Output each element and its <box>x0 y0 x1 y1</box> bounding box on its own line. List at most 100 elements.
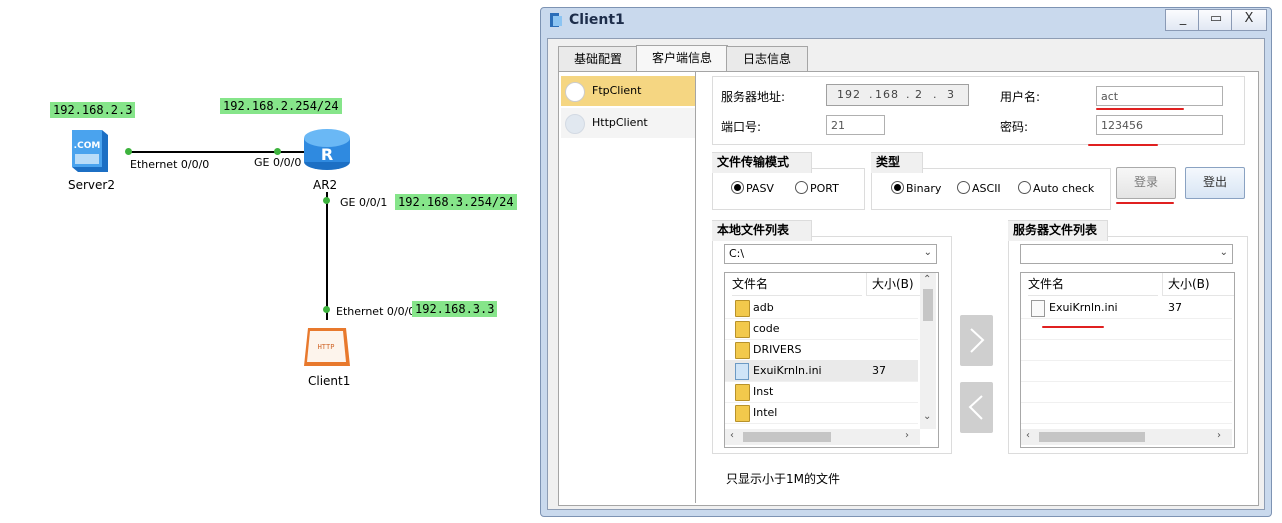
scroll-thumb[interactable] <box>743 432 831 442</box>
server-file-row-empty <box>1021 402 1232 424</box>
radio-port[interactable]: PORT <box>795 181 839 195</box>
local-file-row[interactable]: DRIVERS <box>725 339 918 361</box>
radio-auto-check[interactable]: Auto check <box>1018 181 1094 195</box>
password-label: 密码: <box>1000 120 1029 134</box>
ip-label-ar2-ge000: 192.168.2.254/24 <box>220 98 342 114</box>
scroll-thumb[interactable] <box>923 289 933 321</box>
logout-button[interactable]: 登出 <box>1185 167 1245 199</box>
radio-off-icon <box>957 181 970 194</box>
scroll-left-icon[interactable]: ‹ <box>730 430 734 441</box>
close-button[interactable]: X <box>1231 9 1267 31</box>
sidebar-item-httpclient[interactable]: HttpClient <box>561 108 695 138</box>
local-file-row[interactable]: code <box>725 318 918 340</box>
window-client-area: 基础配置 客户端信息 日志信息 FtpClient HttpClient 服务器… <box>547 38 1265 510</box>
device-label-ar2: AR2 <box>313 178 338 192</box>
scroll-left-icon[interactable]: ‹ <box>1026 430 1030 441</box>
scroll-right-icon[interactable]: › <box>905 430 909 441</box>
file-name: ExuiKrnln.ini <box>753 364 822 377</box>
local-file-row[interactable]: adb <box>725 297 918 319</box>
server-col-name[interactable]: 文件名 <box>1028 273 1158 296</box>
tab-log-info[interactable]: 日志信息 <box>726 46 808 71</box>
local-file-row[interactable]: Intel <box>725 402 918 424</box>
radio-label: Auto check <box>1033 182 1095 195</box>
device-label-client1: Client1 <box>308 374 351 388</box>
server-addr-label: 服务器地址: <box>721 90 786 104</box>
local-file-row[interactable]: Inst <box>725 381 918 403</box>
ip-octet: 2 <box>915 88 923 101</box>
login-button[interactable]: 登录 <box>1116 167 1176 199</box>
radio-off-icon <box>1018 181 1031 194</box>
port-dot-ar2-ge000 <box>274 148 281 155</box>
sidebar-item-ftpclient[interactable]: FtpClient <box>561 76 695 106</box>
tab-client-info[interactable]: 客户端信息 <box>636 45 728 72</box>
server-icon-text: .COM <box>74 141 101 151</box>
app-icon <box>550 13 562 27</box>
scroll-down-icon[interactable]: ⌄ <box>923 411 931 422</box>
server-file-row[interactable]: ExuiKrnln.ini 37 <box>1021 297 1232 319</box>
local-file-list[interactable]: 文件名 大小(B) adb code DRIVERS ExuiKrnln.ini… <box>724 272 939 448</box>
file-size: 37 <box>872 364 886 377</box>
local-path-dropdown[interactable]: C:\ ⌄ <box>724 244 937 264</box>
client-icon-text: HTTP <box>318 343 335 351</box>
scroll-right-icon[interactable]: › <box>1217 430 1221 441</box>
ip-label-ar2-ge001: 192.168.3.254/24 <box>395 194 517 210</box>
window-titlebar[interactable]: Client1 _ ▭ X <box>541 8 1271 32</box>
server-file-list[interactable]: 文件名 大小(B) ExuiKrnln.ini 37 ‹ › <box>1020 272 1235 448</box>
radio-pasv[interactable]: PASV <box>731 181 774 195</box>
link-ar2-client1[interactable] <box>326 192 328 320</box>
local-path-value: C:\ <box>729 247 745 260</box>
folder-icon <box>735 300 750 317</box>
local-files-title: 本地文件列表 <box>717 223 790 237</box>
client-icon[interactable]: HTTP <box>300 324 352 370</box>
port-input[interactable]: 21 <box>826 115 885 135</box>
file-name: adb <box>753 301 774 314</box>
server-addr-input[interactable]: 192 . 168 . 2 . 3 <box>826 84 969 106</box>
port-dot-ar2-ge001 <box>323 197 330 204</box>
tab-basic-config[interactable]: 基础配置 <box>558 46 638 71</box>
radio-binary[interactable]: Binary <box>891 181 941 195</box>
port-dot-server2 <box>125 148 132 155</box>
upload-button[interactable] <box>960 315 993 366</box>
ip-octet: 192 <box>837 88 861 101</box>
maximize-button[interactable]: ▭ <box>1198 9 1234 31</box>
server-file-row-empty <box>1021 360 1232 382</box>
server-files-title: 服务器文件列表 <box>1013 223 1098 237</box>
server-icon[interactable]: .COM <box>68 126 110 174</box>
port-label-server2-eth: Ethernet 0/0/0 <box>130 158 210 171</box>
server-path-dropdown[interactable]: ⌄ <box>1020 244 1233 264</box>
client-type-sidebar: FtpClient HttpClient <box>559 72 696 503</box>
password-input[interactable]: 123456 <box>1096 115 1223 135</box>
server-col-size[interactable]: 大小(B) <box>1162 273 1234 296</box>
file-name: DRIVERS <box>753 343 802 356</box>
file-name: ExuiKrnln.ini <box>1049 301 1118 314</box>
local-file-row[interactable]: ExuiKrnln.ini 37 <box>725 360 918 382</box>
arrow-right-icon <box>970 328 985 353</box>
radio-ascii[interactable]: ASCII <box>957 181 1001 195</box>
folder-icon <box>735 321 750 338</box>
file-icon <box>735 363 749 380</box>
server-horizontal-scrollbar[interactable]: ‹ › <box>1021 429 1232 445</box>
ftp-circle-icon <box>565 82 585 102</box>
username-input[interactable]: act <box>1096 86 1223 106</box>
local-horizontal-scrollbar[interactable]: ‹ › <box>725 429 920 445</box>
file-name: Inst <box>753 385 774 398</box>
port-label-ar2-ge001: GE 0/0/1 <box>340 196 388 209</box>
client1-window: Client1 _ ▭ X 基础配置 客户端信息 日志信息 FtpClient … <box>540 7 1272 517</box>
file-icon <box>1031 300 1045 317</box>
radio-label: PORT <box>810 182 839 195</box>
local-col-size[interactable]: 大小(B) <box>866 273 922 296</box>
sidebar-item-label: FtpClient <box>592 84 642 97</box>
local-vertical-scrollbar[interactable]: ⌃ ⌄ <box>920 273 936 429</box>
minimize-button[interactable]: _ <box>1165 9 1201 31</box>
server-file-row-empty <box>1021 339 1232 361</box>
radio-label: Binary <box>906 182 942 195</box>
chevron-down-icon[interactable]: ⌄ <box>924 244 932 262</box>
svg-text:R: R <box>321 145 333 164</box>
local-col-name[interactable]: 文件名 <box>732 273 862 296</box>
download-button[interactable] <box>960 382 993 433</box>
scroll-up-icon[interactable]: ⌃ <box>923 274 931 285</box>
router-icon[interactable]: R <box>302 126 352 172</box>
chevron-down-icon[interactable]: ⌄ <box>1220 244 1228 262</box>
scroll-thumb[interactable] <box>1039 432 1145 442</box>
radio-label: ASCII <box>972 182 1001 195</box>
